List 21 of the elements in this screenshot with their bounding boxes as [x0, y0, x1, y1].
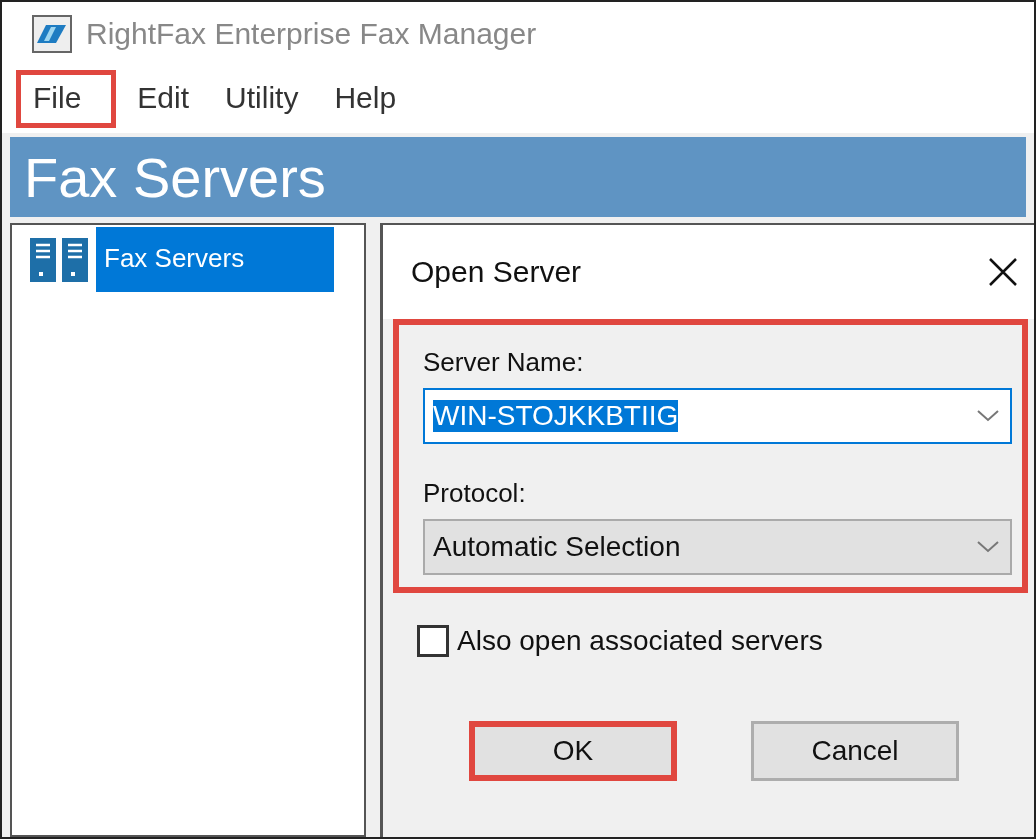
menu-item[interactable]: Edit	[120, 70, 205, 128]
field-label: Protocol:	[423, 478, 527, 509]
dialog-title: Open Server	[411, 255, 582, 289]
chevron-icon	[976, 540, 1000, 554]
dialog-button[interactable]: Cancel	[751, 721, 959, 781]
field-label: Server Name:	[423, 347, 585, 378]
header-title: Fax Servers	[24, 144, 326, 210]
dialog-button[interactable]: OK	[469, 721, 677, 781]
checkbox[interactable]	[417, 625, 449, 657]
combo-field[interactable]: WIN-STOJKKBTIIG	[423, 388, 1012, 444]
window-title: RightFax Enterprise Fax Manager	[86, 16, 537, 51]
checkbox-label: Also open associated servers	[457, 625, 823, 657]
tree-item[interactable]: Fax Servers	[96, 227, 335, 292]
app-logo-icon	[32, 14, 72, 53]
dropdown-field[interactable]: Automatic Selection	[423, 519, 1012, 575]
menu-item[interactable]: Utility	[208, 70, 314, 128]
menu-item[interactable]: File	[16, 70, 117, 128]
chevron-icon	[976, 409, 1000, 423]
menu-item[interactable]: Help	[317, 70, 412, 128]
server-icon	[28, 237, 88, 282]
close-icon[interactable]	[988, 257, 1018, 287]
